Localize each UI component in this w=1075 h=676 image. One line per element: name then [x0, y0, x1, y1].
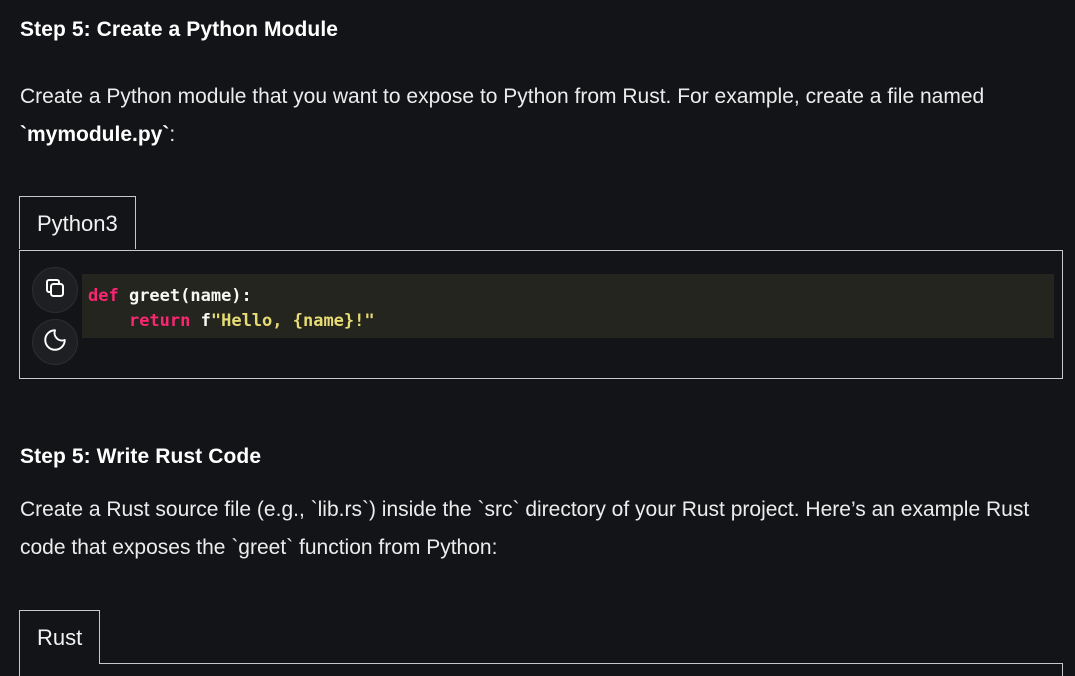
section-paragraph-rust-code: Create a Rust source file (e.g., `lib.rs…: [20, 498, 1030, 559]
code-fstring-prefix: f: [190, 311, 211, 331]
section-heading-python-module: Step 5: Create a Python Module: [20, 18, 339, 41]
code-block-rust: [19, 663, 1063, 676]
section-paragraph-python-module: Create a Python module that you want to …: [20, 78, 1050, 154]
tab-python3[interactable]: Python3: [19, 196, 136, 249]
page: Step 5: Create a Python Module Create a …: [0, 0, 1075, 676]
code-block-python: def greet(name): return f"Hello, {name}!…: [19, 250, 1063, 379]
code-keyword-return: return: [128, 311, 191, 331]
code-keyword-def: def: [88, 286, 119, 306]
moon-icon: [42, 327, 68, 358]
inline-code-filename: `mymodule.py`: [20, 123, 170, 146]
section-heading-rust-code: Step 5: Write Rust Code: [20, 445, 262, 468]
copy-button[interactable]: [32, 267, 78, 313]
code-content: def greet(name): return f"Hello, {name}!…: [88, 284, 375, 334]
theme-toggle-button[interactable]: [32, 319, 78, 365]
code-string-literal: "Hello, {name}!": [210, 311, 375, 331]
copy-icon: [43, 276, 67, 305]
paragraph-text: Create a Python module that you want to …: [20, 85, 985, 108]
code-function-signature: greet(name):: [118, 286, 252, 306]
paragraph-suffix: :: [169, 123, 176, 146]
tab-rust[interactable]: Rust: [19, 610, 101, 664]
